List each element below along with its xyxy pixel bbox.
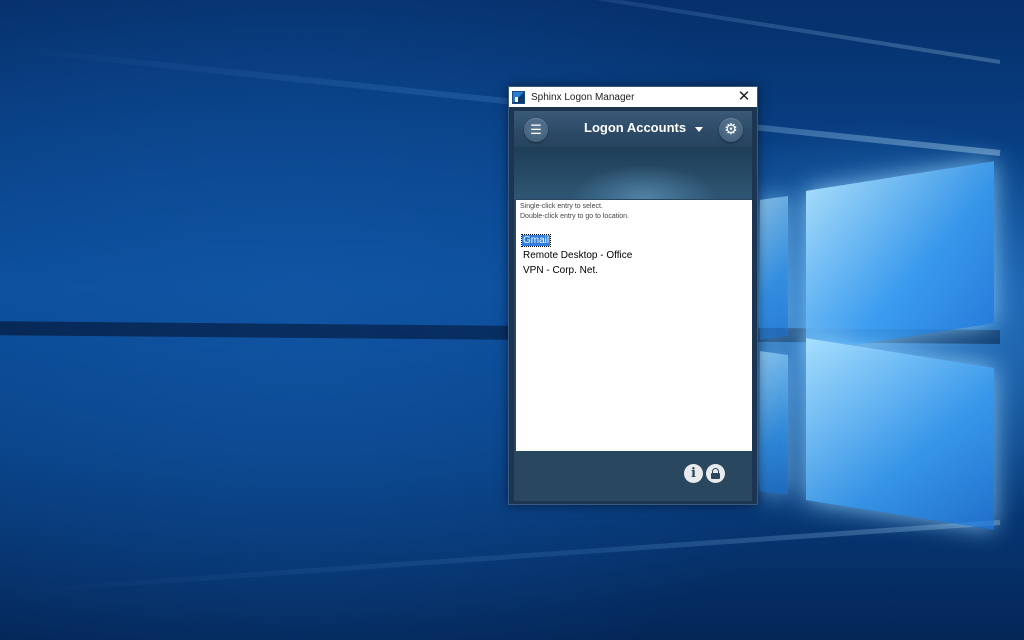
lock-body <box>711 473 720 479</box>
lock-glyph <box>711 468 720 479</box>
sphinx-logon-manager-window: Sphinx Logon Manager ✕ ☰ Logon Accounts … <box>508 86 758 505</box>
info-icon[interactable]: i <box>684 464 703 483</box>
list-item-gmail[interactable]: Gmail <box>520 234 633 249</box>
close-button[interactable]: ✕ <box>735 88 753 106</box>
list-item-vpn[interactable]: VPN - Corp. Net. <box>522 264 633 279</box>
footer-bar: i <box>514 451 752 501</box>
menu-icon[interactable]: ☰ <box>524 118 548 142</box>
logo-pane <box>760 351 788 495</box>
list-item-label: VPN - Corp. Net. <box>523 265 599 276</box>
instruction-text: Single-click entry to select. <box>520 203 603 210</box>
logo-pane <box>760 196 788 340</box>
header-bar: ☰ Logon Accounts ⚙ <box>514 111 752 147</box>
list-item-label: Remote Desktop - Office <box>523 250 633 261</box>
header-banner <box>514 147 752 199</box>
title-bar[interactable]: Sphinx Logon Manager ✕ <box>509 87 757 107</box>
chevron-down-icon[interactable] <box>695 127 703 132</box>
lock-icon[interactable] <box>706 464 725 483</box>
app-client-area: ☰ Logon Accounts ⚙ Single-click entry to… <box>514 111 752 501</box>
windows-logo <box>760 161 1000 530</box>
logo-pane <box>806 338 994 530</box>
light-beam <box>11 0 1001 64</box>
accounts-list: Single-click entry to select. Double-cli… <box>516 200 752 451</box>
light-beam <box>5 45 1001 156</box>
list-item-remote-desktop[interactable]: Remote Desktop - Office <box>522 249 633 264</box>
window-title: Sphinx Logon Manager <box>531 91 635 103</box>
logo-pane <box>806 161 994 353</box>
app-icon <box>512 90 525 104</box>
accounts-dropdown-title[interactable]: Logon Accounts <box>584 120 686 135</box>
gear-icon[interactable]: ⚙ <box>719 118 743 142</box>
entries-list: Gmail Remote Desktop - Office VPN - Corp… <box>520 234 633 279</box>
instruction-text: Double-click entry to go to location. <box>520 213 629 220</box>
light-beam <box>2 520 1001 595</box>
list-item-label: Gmail <box>520 234 552 247</box>
